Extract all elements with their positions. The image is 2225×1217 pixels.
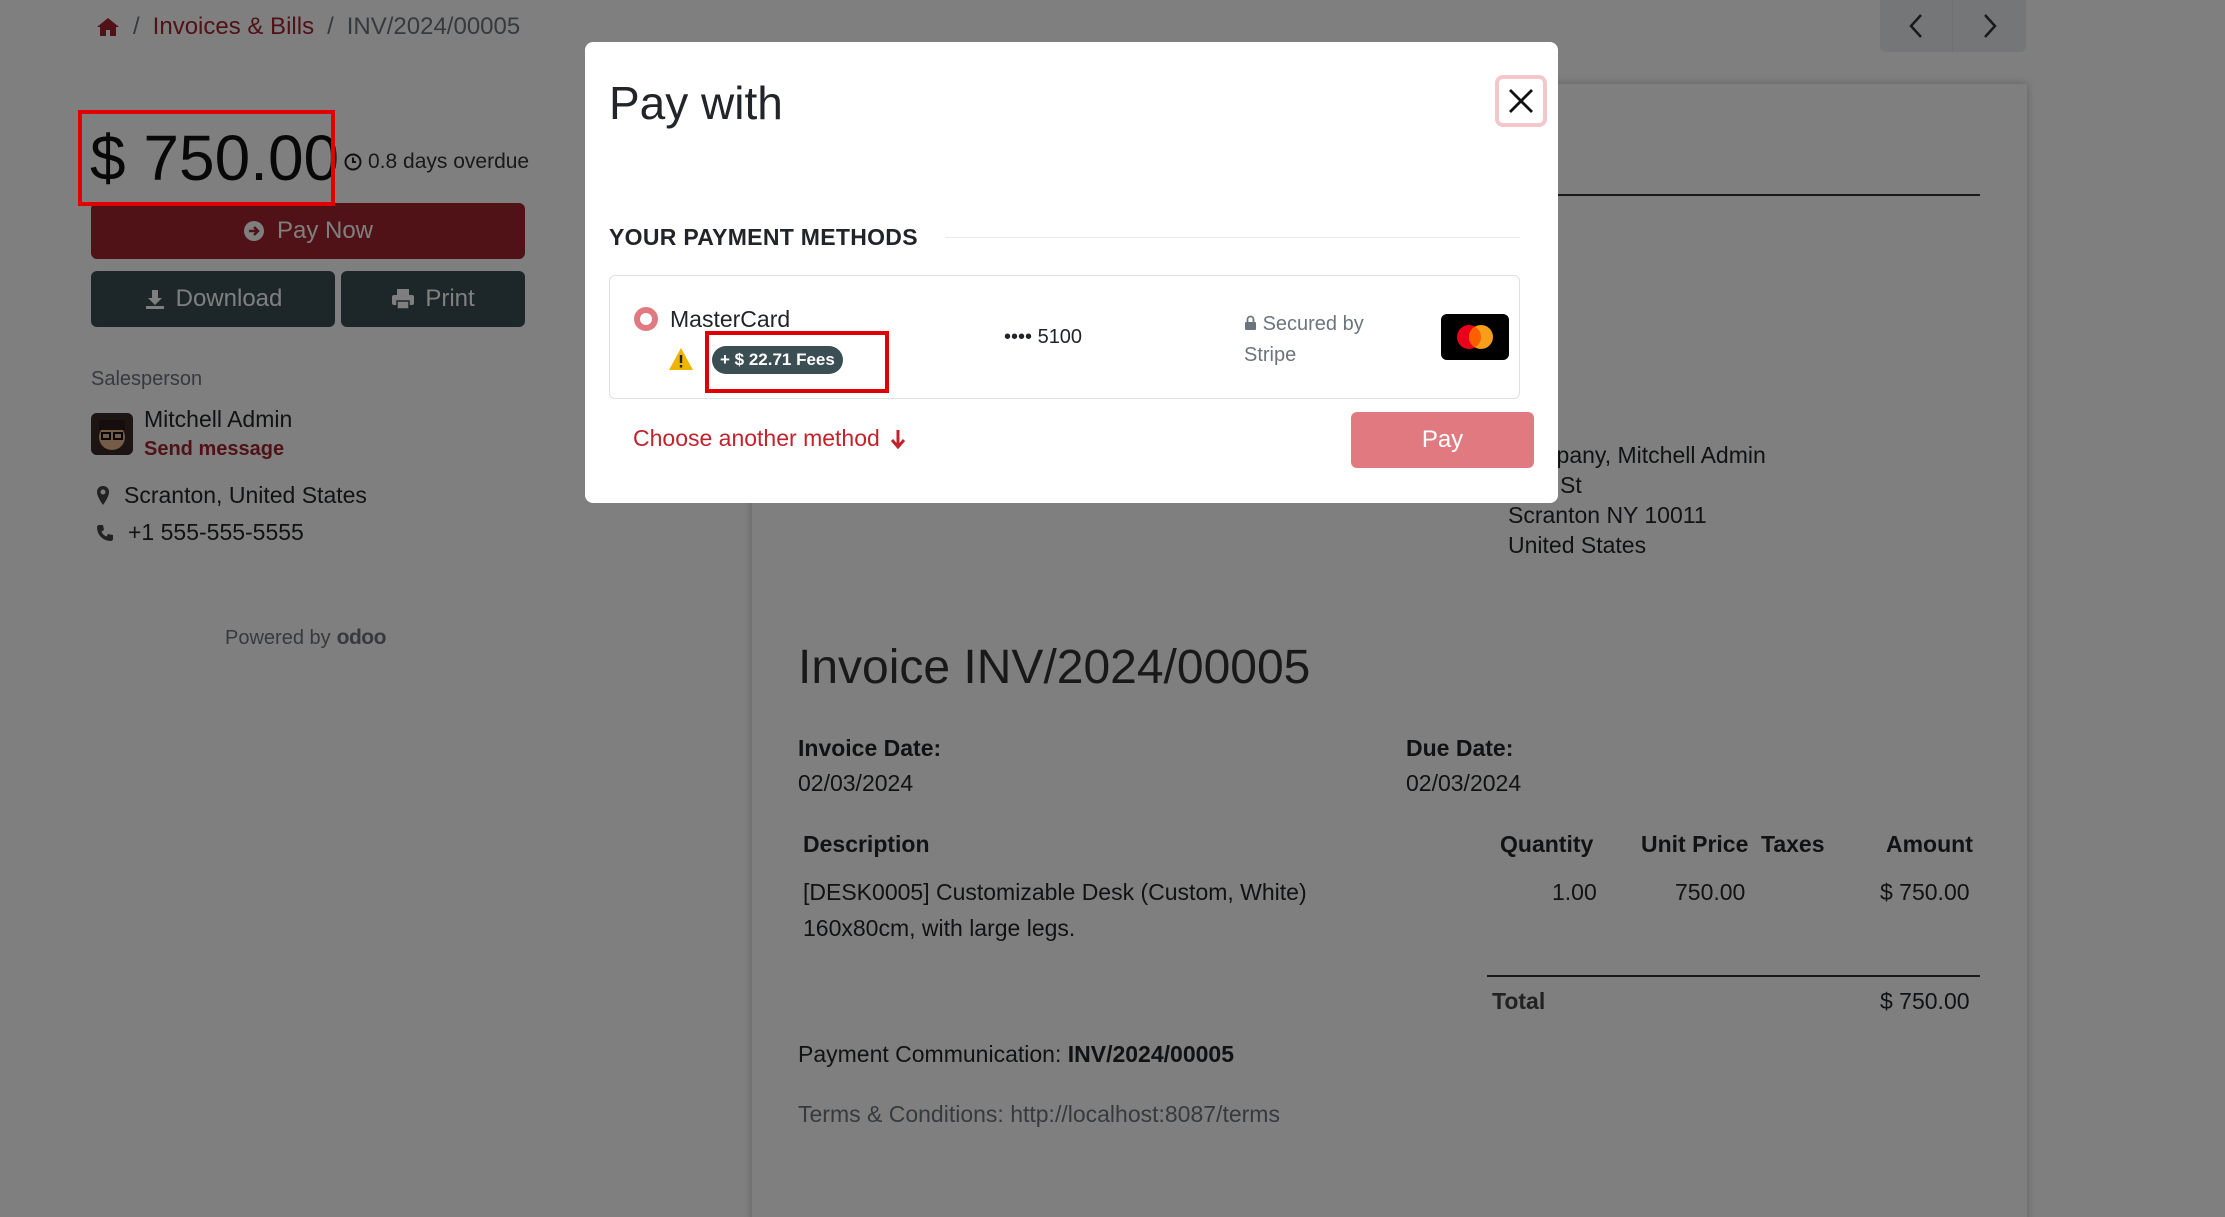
payment-method-option[interactable]: MasterCard + $ 22.71 Fees •••• 5100 Secu… bbox=[609, 275, 1520, 399]
dialog-title: Pay with bbox=[609, 77, 783, 129]
amount-highlight-box bbox=[78, 110, 335, 206]
payment-method-radio[interactable] bbox=[634, 307, 658, 331]
close-button[interactable] bbox=[1495, 75, 1547, 127]
fee-highlight-box bbox=[705, 331, 889, 393]
lock-icon bbox=[1245, 315, 1256, 330]
pay-with-dialog: Pay with YOUR PAYMENT METHODS MasterCard… bbox=[585, 42, 1558, 503]
choose-another-method-link[interactable]: Choose another method bbox=[633, 425, 906, 452]
pay-button[interactable]: Pay bbox=[1351, 412, 1534, 468]
payment-methods-heading: YOUR PAYMENT METHODS bbox=[609, 224, 918, 250]
mastercard-logo-icon bbox=[1441, 314, 1509, 360]
card-number: •••• 5100 bbox=[1004, 326, 1083, 348]
secured-line-2: Stripe bbox=[1244, 344, 1297, 366]
secured-line-1: Secured by bbox=[1262, 313, 1364, 335]
heading-divider bbox=[945, 237, 1520, 238]
choose-another-method-label: Choose another method bbox=[633, 425, 880, 451]
secured-by: Secured by Stripe bbox=[1244, 309, 1404, 371]
payment-method-name: MasterCard bbox=[670, 306, 791, 332]
warning-icon bbox=[669, 348, 693, 370]
arrow-down-icon bbox=[890, 429, 905, 449]
close-icon bbox=[1509, 89, 1533, 113]
